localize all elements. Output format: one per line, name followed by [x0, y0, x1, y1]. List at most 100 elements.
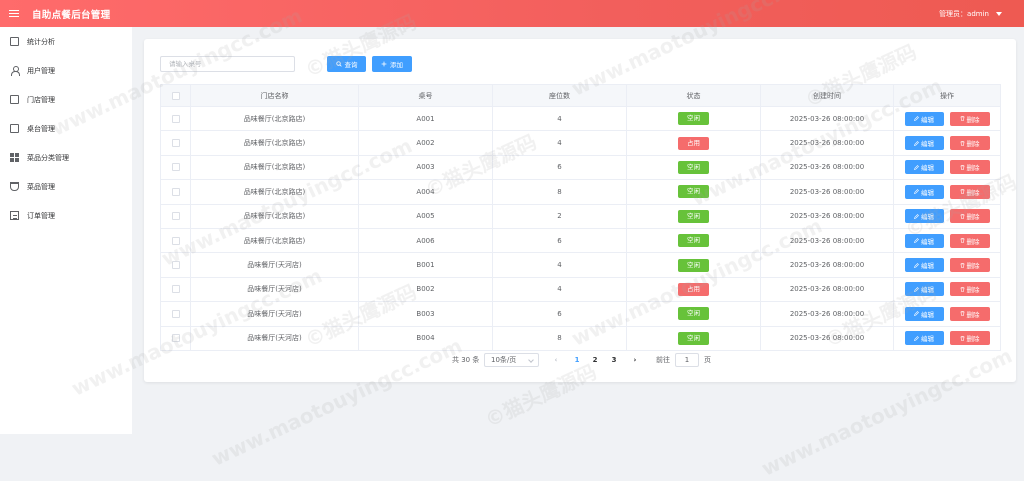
- edit-button[interactable]: 编辑: [904, 331, 944, 346]
- delete-button[interactable]: 删除: [949, 233, 990, 248]
- row-select-cell[interactable]: [160, 301, 191, 327]
- delete-button[interactable]: 删除: [949, 111, 990, 126]
- status-badge[interactable]: 空闲: [678, 112, 709, 126]
- cell-status: 空闲: [626, 179, 761, 205]
- delete-button[interactable]: 删除: [949, 160, 990, 175]
- select-all-checkbox[interactable]: [171, 91, 180, 100]
- status-badge[interactable]: 占用: [678, 136, 709, 150]
- row-select-cell[interactable]: [160, 179, 191, 205]
- query-button[interactable]: 查询: [327, 56, 366, 72]
- status-badge[interactable]: 空闲: [678, 258, 709, 272]
- cell-table-no: B001: [358, 252, 493, 278]
- status-badge[interactable]: 空闲: [678, 307, 709, 321]
- row-select-cell[interactable]: [160, 252, 191, 278]
- edit-button[interactable]: 编辑: [904, 282, 944, 297]
- cell-status: 空闲: [626, 252, 761, 278]
- row-checkbox[interactable]: [171, 163, 180, 172]
- prev-page-button[interactable]: ‹: [549, 353, 563, 367]
- status-badge[interactable]: 空闲: [678, 185, 709, 199]
- page-3-button[interactable]: 3: [607, 353, 621, 367]
- page-size-select[interactable]: 10条/页: [484, 353, 539, 367]
- cell-store: 品味餐厅(北京路店): [190, 227, 359, 254]
- edit-button[interactable]: 编辑: [904, 306, 944, 321]
- status-badge[interactable]: 占用: [678, 282, 709, 296]
- delete-button[interactable]: 删除: [949, 209, 990, 224]
- sidebar-item-dish-categories[interactable]: 菜品分类管理: [0, 143, 132, 172]
- edit-button[interactable]: 编辑: [904, 184, 944, 199]
- row-select-cell[interactable]: [160, 325, 191, 351]
- status-badge[interactable]: 空闲: [678, 331, 709, 345]
- edit-button[interactable]: 编辑: [904, 136, 944, 151]
- edit-button[interactable]: 编辑: [904, 111, 944, 126]
- cell-seats: 8: [492, 179, 627, 205]
- chevron-down-icon: [528, 357, 534, 363]
- content-card: 查询 添加 门店名称 桌号 座位数 状态 创建时间 操作 品味餐厅(北京路店)A…: [144, 39, 1016, 382]
- row-select-cell[interactable]: [160, 227, 191, 254]
- row-select-cell[interactable]: [160, 105, 191, 132]
- caret-down-icon: [996, 11, 1002, 16]
- edit-button[interactable]: 编辑: [904, 209, 944, 224]
- sliders-icon[interactable]: [9, 7, 23, 21]
- column-header: 状态: [626, 84, 761, 107]
- delete-button[interactable]: 删除: [949, 306, 990, 321]
- row-checkbox[interactable]: [171, 114, 180, 123]
- cell-created: 2025-03-26 08:00:00: [760, 252, 894, 278]
- trash-icon: [960, 189, 964, 195]
- cell-seats: 2: [492, 203, 627, 229]
- sidebar-item-tables[interactable]: 桌台管理: [0, 114, 132, 143]
- row-checkbox[interactable]: [171, 139, 180, 148]
- delete-button-label: 删除: [966, 335, 980, 344]
- edit-button[interactable]: 编辑: [904, 258, 944, 273]
- sidebar-item-stores[interactable]: 门店管理: [0, 85, 132, 114]
- cell-table-no: A006: [358, 227, 493, 254]
- sidebar-item-dishes[interactable]: 菜品管理: [0, 172, 132, 201]
- trash-icon: [960, 287, 964, 292]
- page-unit-label: 页: [704, 356, 711, 364]
- row-checkbox[interactable]: [171, 236, 180, 245]
- row-checkbox[interactable]: [171, 285, 180, 294]
- delete-button-label: 删除: [966, 115, 980, 124]
- row-checkbox[interactable]: [171, 261, 180, 270]
- row-select-cell[interactable]: [160, 130, 191, 156]
- delete-button[interactable]: 删除: [949, 184, 990, 199]
- row-checkbox[interactable]: [171, 187, 180, 196]
- sidebar-item-stats[interactable]: 统计分析: [0, 27, 132, 56]
- page-1-button[interactable]: 1: [570, 353, 584, 367]
- cell-seats: 4: [492, 130, 627, 156]
- status-badge[interactable]: 空闲: [678, 160, 709, 174]
- pagination-total: 共 30 条: [452, 356, 480, 364]
- next-page-button[interactable]: ›: [628, 353, 642, 367]
- row-select-cell[interactable]: [160, 203, 191, 229]
- edit-button[interactable]: 编辑: [904, 233, 944, 248]
- row-checkbox[interactable]: [171, 309, 180, 318]
- row-select-cell[interactable]: [160, 154, 191, 181]
- order-icon: [10, 211, 19, 220]
- cell-seats: 6: [492, 154, 627, 181]
- cell-store: 品味餐厅(北京路店): [190, 179, 359, 205]
- row-checkbox[interactable]: [171, 212, 180, 221]
- delete-button-label: 删除: [966, 140, 980, 149]
- search-input[interactable]: [160, 56, 295, 72]
- add-button[interactable]: 添加: [372, 56, 412, 72]
- sidebar-item-users[interactable]: 用户管理: [0, 56, 132, 85]
- sidebar-item-orders[interactable]: 订单管理: [0, 201, 132, 230]
- delete-button-label: 删除: [966, 286, 980, 295]
- row-checkbox[interactable]: [171, 334, 180, 343]
- edit-button[interactable]: 编辑: [904, 160, 944, 175]
- grid-icon: [10, 153, 19, 162]
- delete-button[interactable]: 删除: [949, 258, 990, 273]
- goto-page-input[interactable]: [675, 353, 699, 367]
- delete-button[interactable]: 删除: [949, 282, 990, 297]
- pagination: 共 30 条 10条/页 ‹ 1 2 3 › 前往 页: [144, 353, 1016, 367]
- select-all-cell[interactable]: [160, 84, 191, 107]
- cell-status: 空闲: [626, 227, 761, 254]
- user-dropdown[interactable]: 管理员：admin: [935, 7, 1006, 20]
- delete-button[interactable]: 删除: [949, 331, 990, 346]
- cell-table-no: B002: [358, 276, 493, 303]
- edit-icon: [914, 238, 919, 244]
- delete-button[interactable]: 删除: [949, 136, 990, 151]
- status-badge[interactable]: 空闲: [678, 234, 709, 248]
- row-select-cell[interactable]: [160, 276, 191, 303]
- page-2-button[interactable]: 2: [588, 353, 602, 367]
- status-badge[interactable]: 空闲: [678, 209, 709, 223]
